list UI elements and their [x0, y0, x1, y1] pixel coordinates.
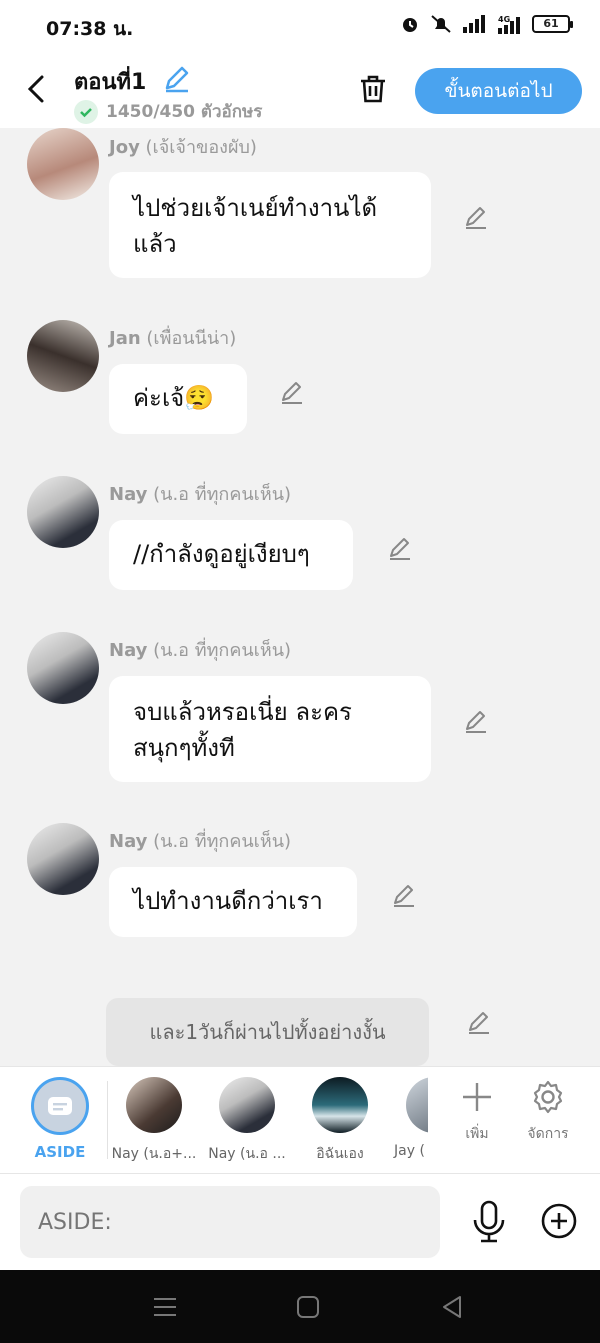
avatar	[312, 1077, 368, 1133]
home-icon[interactable]	[293, 1292, 323, 1322]
character-item[interactable]: Nay (น.อ+...	[109, 1077, 199, 1165]
character-item[interactable]: Jay (	[388, 1077, 428, 1159]
character-item[interactable]: อิฉันเอง	[295, 1077, 385, 1165]
alarm-icon	[403, 18, 417, 32]
edit-title-pencil-icon[interactable]	[162, 64, 192, 94]
edit-pencil-icon[interactable]	[462, 707, 490, 735]
character-label: Nay (น.อ+...	[111, 1146, 197, 1162]
sender-label: Jan (เพื่อนนีน่า)	[109, 328, 237, 349]
avatar[interactable]	[27, 632, 99, 704]
avatar	[126, 1077, 182, 1133]
character-label: Jay (	[394, 1143, 425, 1159]
back-arrow-icon[interactable]	[22, 72, 52, 106]
gear-icon	[533, 1080, 563, 1114]
status-time: 07:38 น.	[46, 18, 134, 40]
avatar	[219, 1077, 275, 1133]
avatar[interactable]	[27, 823, 99, 895]
edit-pencil-icon[interactable]	[465, 1008, 493, 1036]
char-count-row: 1450/450 ตัวอักษร	[74, 98, 262, 125]
character-label: อิฉันเอง	[316, 1146, 364, 1162]
message-bubble[interactable]: ค่ะเจ้😮‍💨	[109, 364, 247, 434]
trash-icon[interactable]	[356, 72, 390, 106]
check-icon	[74, 99, 98, 124]
svg-text:4G: 4G	[498, 15, 510, 24]
sender-label: Nay (น.อ ที่ทุกคนเห็น)	[109, 484, 292, 505]
message-bubble[interactable]: ไปทำงานดีกว่าเรา	[109, 867, 357, 937]
signal-icon	[463, 15, 485, 33]
char-count: 1450/450 ตัวอักษร	[106, 102, 263, 122]
battery-icon: 61	[532, 15, 573, 33]
aside-label: ASIDE	[34, 1143, 86, 1161]
4g-signal-icon: 4G	[498, 15, 520, 34]
add-label: เพิ่ม	[465, 1126, 489, 1142]
sender-label: Nay (น.อ ที่ทุกคนเห็น)	[109, 640, 292, 661]
status-bar: 07:38 น. 4G 61	[0, 0, 600, 54]
add-character-button[interactable]: เพิ่ม	[442, 1079, 512, 1145]
aside-message-bubble[interactable]: และ1วันก็ผ่านไปทั้งอย่างงั้น	[106, 998, 429, 1066]
edit-pencil-icon[interactable]	[278, 378, 306, 406]
character-aside[interactable]: ASIDE	[15, 1077, 105, 1161]
microphone-icon[interactable]	[470, 1200, 508, 1244]
add-circle-icon[interactable]	[540, 1202, 578, 1240]
avatar	[406, 1077, 428, 1133]
message-input[interactable]	[20, 1186, 440, 1258]
mute-bell-icon	[431, 15, 451, 33]
character-selector: ASIDE Nay (น.อ+... Nay (น.อ ... อิฉันเอง…	[0, 1066, 600, 1174]
avatar[interactable]	[27, 320, 99, 392]
avatar[interactable]	[27, 128, 99, 200]
avatar[interactable]	[27, 476, 99, 548]
message-bubble[interactable]: ไปช่วยเจ้าเนย์ทำงานได้ แล้ว	[109, 172, 431, 278]
status-icons: 4G 61	[400, 14, 573, 34]
character-label: Nay (น.อ ...	[208, 1146, 286, 1162]
header: ตอนที่1 1450/450 ตัวอักษร ขั้นตอนต่อไป	[0, 54, 600, 128]
back-nav-icon[interactable]	[437, 1292, 467, 1322]
edit-pencil-icon[interactable]	[462, 203, 490, 231]
edit-pencil-icon[interactable]	[390, 881, 418, 909]
manage-label: จัดการ	[527, 1126, 569, 1142]
divider	[107, 1081, 108, 1159]
message-bubble[interactable]: //กำลังดูอยู่เงียบๆ	[109, 520, 353, 590]
edit-pencil-icon[interactable]	[386, 534, 414, 562]
system-nav-bar	[0, 1270, 600, 1343]
character-item[interactable]: Nay (น.อ ...	[202, 1077, 292, 1165]
sender-label: Joy (เจ้เจ้าของผับ)	[109, 137, 257, 158]
next-step-button[interactable]: ขั้นตอนต่อไป	[415, 68, 582, 114]
sender-label: Nay (น.อ ที่ทุกคนเห็น)	[109, 831, 292, 852]
plus-icon	[463, 1083, 491, 1111]
manage-characters-button[interactable]: จัดการ	[513, 1079, 583, 1145]
message-bubble[interactable]: จบแล้วหรอเนี่ย ละคร สนุกๆทั้งที	[109, 676, 431, 782]
input-bar	[0, 1174, 600, 1270]
recent-apps-icon[interactable]	[150, 1292, 180, 1322]
aside-avatar	[31, 1077, 89, 1135]
episode-title: ตอนที่1	[74, 70, 147, 95]
